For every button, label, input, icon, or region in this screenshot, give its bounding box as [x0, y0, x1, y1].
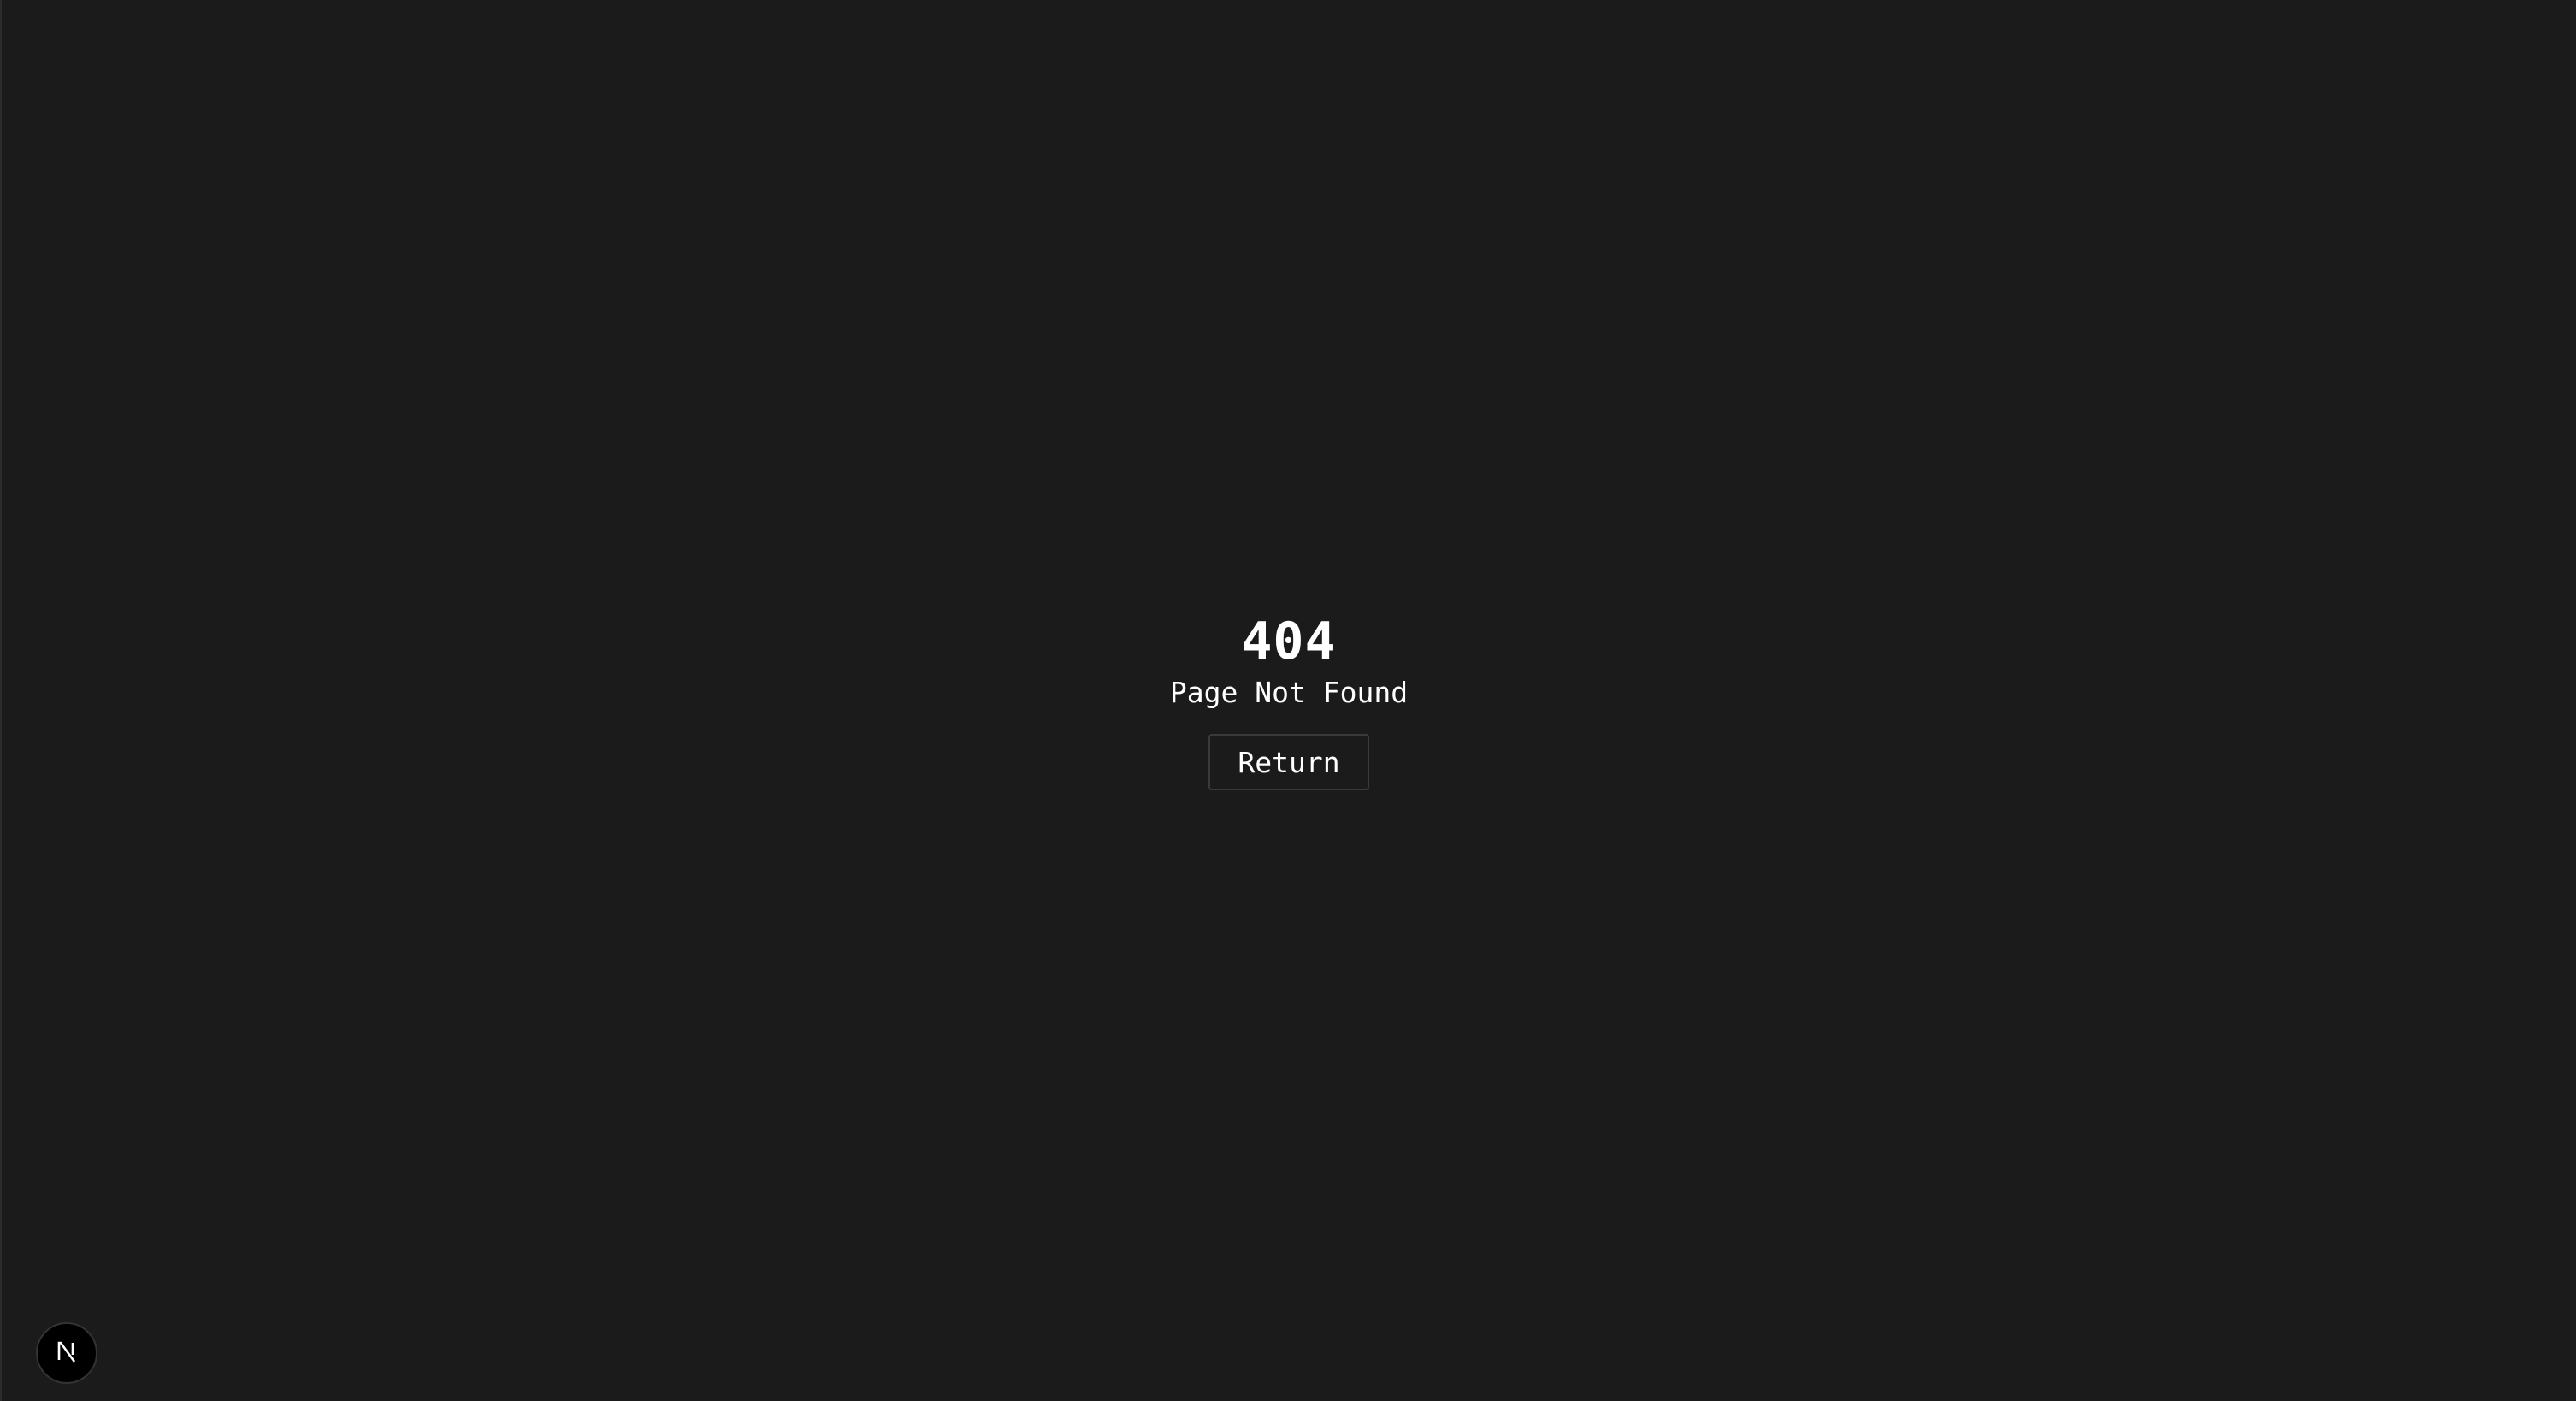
- page: 404 Page Not Found Return: [0, 0, 2576, 1401]
- nextjs-dev-badge[interactable]: [36, 1322, 97, 1384]
- nextjs-logo-icon: [51, 1336, 82, 1371]
- not-found-container: 404 Page Not Found Return: [2, 609, 2576, 790]
- error-code: 404: [1241, 612, 1337, 671]
- return-button[interactable]: Return: [1208, 734, 1369, 790]
- error-message: Page Not Found: [1169, 676, 1409, 709]
